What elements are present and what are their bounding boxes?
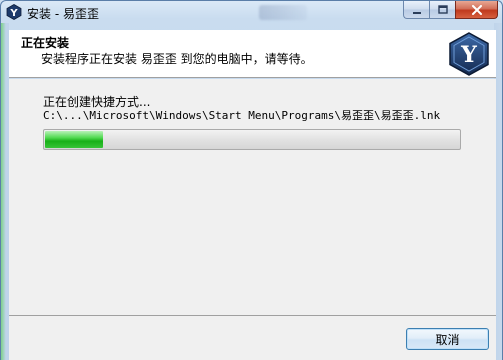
window-title: 安装 - 易歪歪 (27, 7, 99, 21)
page-title: 正在安装 (21, 36, 70, 50)
current-file-path: C:\...\Microsoft\Windows\Start Menu\Prog… (43, 109, 441, 122)
app-logo-icon: Y (6, 4, 22, 20)
minimize-icon (412, 11, 421, 14)
caption-buttons (403, 1, 498, 19)
product-logo-icon: Y (446, 31, 492, 77)
background-window-blur (259, 5, 307, 20)
install-progress-bar (43, 129, 461, 150)
close-icon (471, 4, 482, 15)
wizard-footer: 取消 (9, 315, 496, 360)
svg-text:Y: Y (9, 8, 18, 19)
page-subtitle: 安装程序正在安装 易歪歪 到您的电脑中，请等待。 (41, 52, 313, 66)
wizard-header: 正在安装 安装程序正在安装 易歪歪 到您的电脑中，请等待。 Y (9, 30, 496, 78)
progress-fill (45, 131, 103, 148)
maximize-button[interactable] (429, 1, 455, 19)
cancel-button[interactable]: 取消 (406, 328, 489, 350)
installer-window: Y 安装 - 易歪歪 正在安装 安装程序正在安装 易歪歪 到您的电脑中，请等待。… (0, 0, 503, 360)
maximize-icon (437, 4, 448, 14)
close-button[interactable] (455, 1, 498, 19)
minimize-button[interactable] (403, 1, 429, 19)
window-edge-left (1, 23, 9, 360)
svg-text:Y: Y (460, 42, 477, 68)
title-bar[interactable]: Y 安装 - 易歪歪 (1, 1, 502, 23)
wizard-body: 正在创建快捷方式... C:\...\Microsoft\Windows\Sta… (9, 79, 496, 315)
